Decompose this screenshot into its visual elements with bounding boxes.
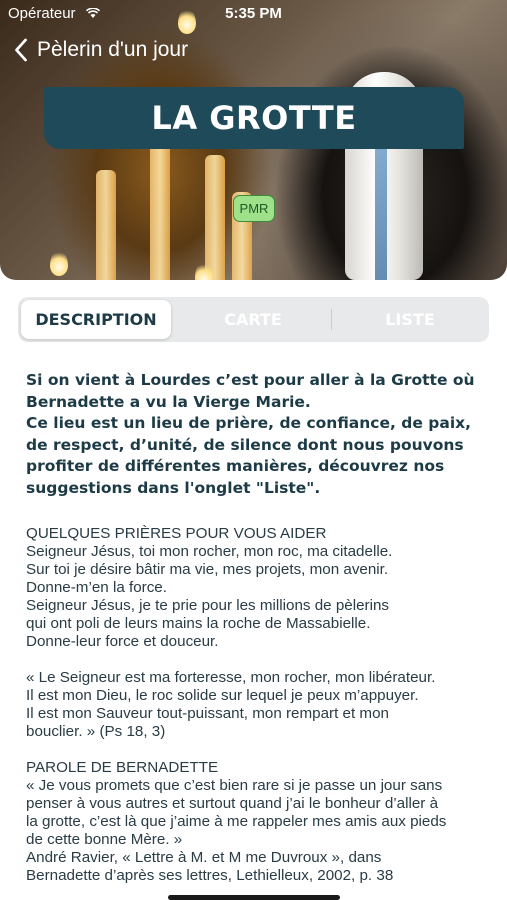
chevron-left-icon <box>15 38 27 62</box>
title-banner: LA GROTTE <box>44 87 464 149</box>
intro-text: Si on vient à Lourdes c’est pour aller à… <box>26 371 475 497</box>
prayers-heading: QUELQUES PRIÈRES POUR VOUS AIDER <box>26 525 327 542</box>
back-button[interactable]: Pèlerin d'un jour <box>14 38 188 62</box>
tab-liste[interactable]: LISTE <box>335 300 485 339</box>
candle <box>205 155 225 280</box>
status-bar: Opérateur 5:35 PM <box>0 0 507 26</box>
candle-flame <box>50 250 68 276</box>
page-title: LA GROTTE <box>151 99 357 137</box>
tab-description[interactable]: DESCRIPTION <box>21 300 171 339</box>
statue-sash <box>375 140 387 280</box>
description-content: Si on vient à Lourdes c’est pour aller à… <box>26 370 486 885</box>
back-label: Pèlerin d'un jour <box>37 38 189 61</box>
home-indicator <box>168 895 340 900</box>
clock: 5:35 PM <box>225 5 282 22</box>
pmr-badge: PMR <box>233 195 275 222</box>
segmented-control: DESCRIPTION CARTE LISTE <box>18 297 489 342</box>
prayers-text: Seigneur Jésus, toi mon rocher, mon roc,… <box>26 543 393 650</box>
segment-divider <box>331 309 332 330</box>
bernadette-text: « Je vous promets que c’est bien rare si… <box>26 777 447 884</box>
psalm-text: « Le Seigneur est ma forteresse, mon roc… <box>26 669 436 740</box>
bernadette-heading: PAROLE DE BERNADETTE <box>26 759 219 776</box>
tab-carte[interactable]: CARTE <box>178 300 328 339</box>
candle <box>96 170 116 280</box>
